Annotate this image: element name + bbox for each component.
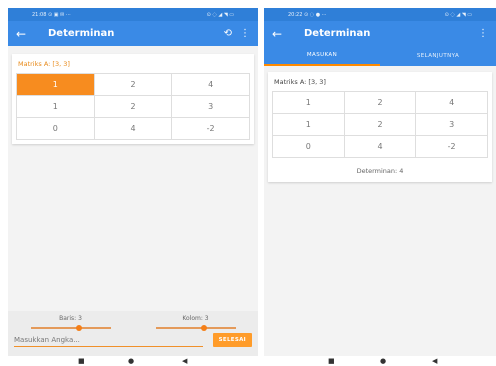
matrix-row: 0 4 -2 [16, 117, 250, 140]
matrix-cell: 4 [415, 91, 488, 114]
matrix-cell: 4 [343, 135, 417, 158]
overflow-menu-icon[interactable]: ⋮ [478, 28, 488, 39]
matrix-cell[interactable]: -2 [171, 117, 250, 140]
rows-slider-group: Baris: 3 [30, 315, 111, 331]
rows-slider-knob[interactable] [75, 325, 82, 331]
matrix-cell[interactable]: 2 [93, 73, 173, 96]
cols-slider-knob[interactable] [200, 325, 207, 331]
result-card: Matriks A: [3, 3] 1 2 4 1 2 3 0 4 -2 Det… [268, 72, 492, 182]
matrix-row: 0 4 -2 [272, 135, 488, 158]
cols-slider-group: Kolom: 3 [155, 315, 236, 331]
number-input[interactable]: Masukkan Angka... [14, 334, 203, 347]
nav-back-icon[interactable]: ◀ [432, 357, 437, 365]
matrix-row: 1 2 3 [272, 113, 488, 136]
matrix-cell[interactable]: 2 [93, 95, 173, 118]
page-title: Determinan [304, 28, 371, 39]
status-time: 20:22 [288, 11, 303, 18]
home-icon[interactable]: ● [380, 357, 386, 365]
matrix-cell[interactable]: 4 [93, 117, 173, 140]
tab-selanjutnya[interactable]: SELANJUTNYA [380, 46, 496, 66]
status-time: 21:08 [32, 11, 47, 18]
matrix-cell-selected[interactable]: 1 [16, 73, 95, 96]
matrix-cell: 1 [272, 113, 345, 136]
page-title: Determinan [48, 28, 115, 39]
matrix-row: 1 2 4 [16, 73, 250, 96]
tab-masukan[interactable]: MASUKAN [264, 46, 380, 66]
status-system-icons: ⊙ ◌ ◢ ◥ ▭ [444, 11, 472, 18]
refresh-icon[interactable]: ⟲ [224, 28, 232, 39]
cols-label: Kolom: 3 [182, 315, 209, 322]
status-notification-icons: ⊙ ▣ ✉ ··· [48, 11, 71, 18]
matrix-cell[interactable]: 0 [16, 117, 95, 140]
matrix-row: 1 2 3 [16, 95, 250, 118]
recent-apps-icon[interactable]: ■ [328, 357, 335, 365]
tab-bar: MASUKAN SELANJUTNYA [264, 46, 496, 66]
overflow-menu-icon[interactable]: ⋮ [240, 28, 250, 39]
app-bar: ← Determinan ⋮ [264, 21, 496, 46]
matrix-grid: 1 2 4 1 2 3 0 4 -2 [272, 91, 488, 158]
home-icon[interactable]: ● [128, 357, 134, 365]
status-left: 20:22 ⊙ ◌ ● ··· [288, 12, 326, 18]
matrix-cell: 2 [343, 91, 417, 114]
matrix-cell[interactable]: 1 [16, 95, 95, 118]
matrix-cell: 0 [272, 135, 345, 158]
recent-apps-icon[interactable]: ■ [78, 357, 85, 365]
cols-slider[interactable] [155, 325, 236, 331]
status-bar: 21:08 ⊙ ▣ ✉ ··· ⊙ ◌ ◢ ◥ ▭ [8, 8, 258, 21]
bottom-controls: Baris: 3 Kolom: 3 Masukkan Angka... SELE… [8, 311, 258, 356]
matrix-cell[interactable]: 4 [171, 73, 250, 96]
left-phone-screen: 21:08 ⊙ ▣ ✉ ··· ⊙ ◌ ◢ ◥ ▭ ← Determinan ⟲… [8, 8, 258, 356]
determinant-result: Determinan: 4 [356, 167, 404, 175]
matrix-cell: -2 [415, 135, 488, 158]
matrix-grid: 1 2 4 1 2 3 0 4 -2 [16, 73, 250, 140]
nav-back-icon[interactable]: ◀ [182, 357, 187, 365]
matrix-cell[interactable]: 3 [171, 95, 250, 118]
matrix-cell: 2 [343, 113, 417, 136]
matrix-card: Matriks A: [3, 3] 1 2 4 1 2 3 0 4 -2 [12, 54, 254, 144]
rows-slider[interactable] [30, 325, 111, 331]
back-arrow-icon[interactable]: ← [16, 27, 36, 41]
right-phone-screen: 20:22 ⊙ ◌ ● ··· ⊙ ◌ ◢ ◥ ▭ ← Determinan ⋮… [264, 8, 496, 356]
done-button[interactable]: SELESAI [212, 333, 252, 347]
matrix-cell: 1 [272, 91, 345, 114]
matrix-caption: Matriks A: [3, 3] [18, 60, 70, 68]
matrix-caption: Matriks A: [3, 3] [274, 78, 326, 86]
app-bar: ← Determinan ⟲ ⋮ [8, 21, 258, 46]
matrix-cell: 3 [415, 113, 488, 136]
system-nav-bar: ■ ● ◀ ■ ● ◀ [0, 356, 496, 366]
back-arrow-icon[interactable]: ← [272, 27, 292, 41]
status-system-icons: ⊙ ◌ ◢ ◥ ▭ [206, 11, 234, 18]
status-bar: 20:22 ⊙ ◌ ● ··· ⊙ ◌ ◢ ◥ ▭ [264, 8, 496, 21]
status-notification-icons: ⊙ ◌ ● ··· [304, 11, 327, 18]
matrix-row: 1 2 4 [272, 91, 488, 114]
rows-label: Baris: 3 [59, 315, 82, 322]
status-left: 21:08 ⊙ ▣ ✉ ··· [32, 12, 71, 18]
